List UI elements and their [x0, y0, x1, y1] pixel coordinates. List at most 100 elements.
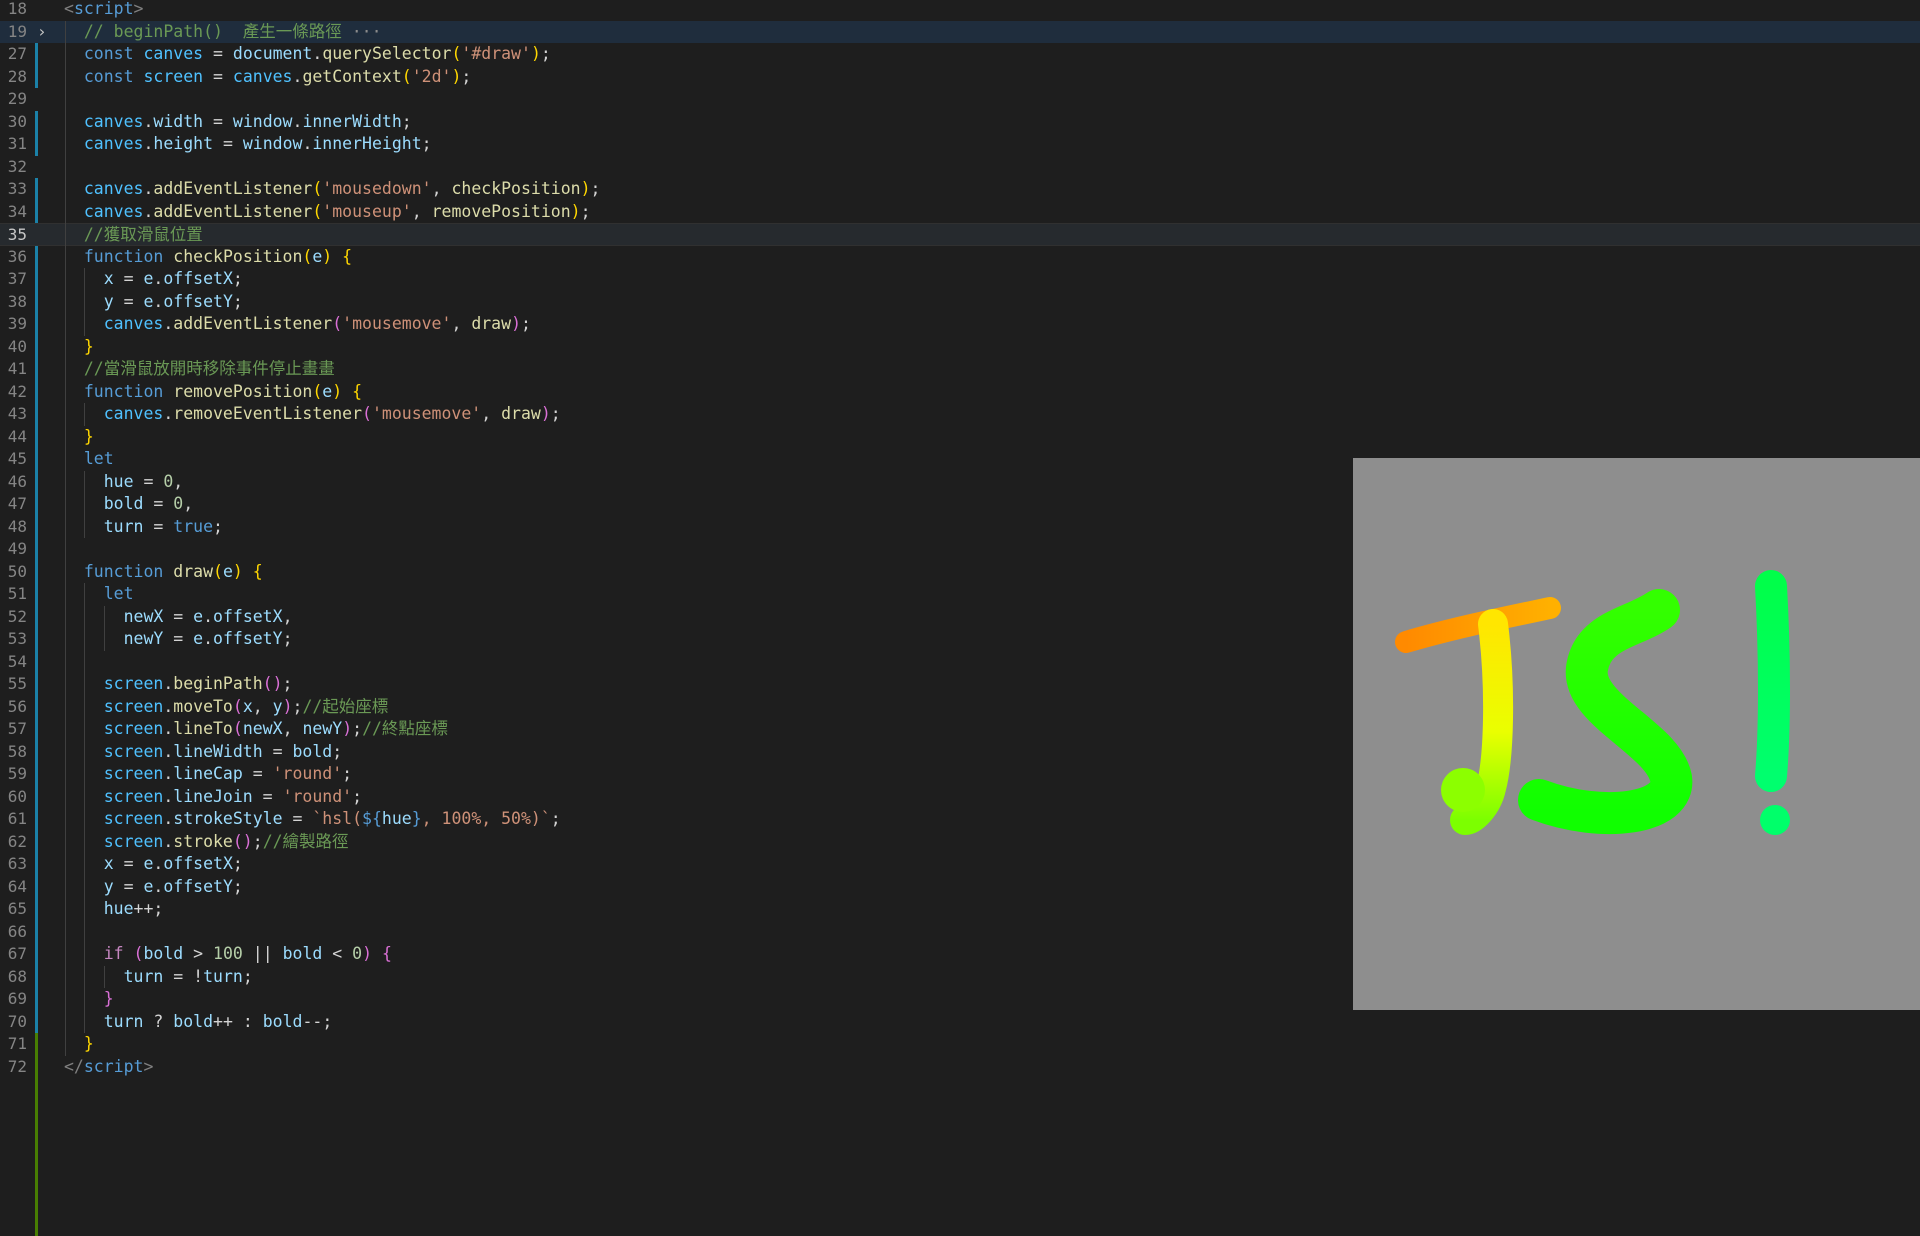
code-token: =	[113, 291, 144, 311]
code-token: {	[381, 944, 392, 963]
code-token: `hsl(	[312, 809, 363, 828]
code-token: draw	[501, 404, 541, 423]
code-token: function	[83, 246, 164, 266]
code-token: .	[163, 404, 174, 423]
code-token: e	[143, 291, 154, 311]
code-line[interactable]: 70 turn ? bold++ : bold--;	[0, 1011, 1920, 1034]
code-line[interactable]: 41 //當滑鼠放開時移除事件停止畫畫	[0, 358, 1920, 381]
code-token: .	[163, 786, 174, 806]
code-token: offsetY	[213, 629, 283, 648]
code-token: offsetY	[163, 876, 233, 896]
code-token: (	[232, 719, 243, 738]
code-token: '2d'	[411, 66, 452, 86]
code-token: bold	[143, 944, 184, 963]
code-line[interactable]: 19 › // beginPath() 產生一條路徑 ···	[0, 20, 1920, 44]
code-text: turn ? bold++ : bold--;	[104, 1011, 333, 1034]
code-line[interactable]: 43 canves.removeEventListener('mousemove'…	[0, 403, 1920, 426]
fold-chevron-icon[interactable]: ›	[37, 21, 47, 44]
indent-guide	[84, 268, 86, 336]
line-number: 41	[7, 359, 27, 378]
line-number: 67	[7, 944, 27, 963]
code-token: )	[342, 719, 353, 738]
code-line[interactable]: 42 function removePosition(e) {	[0, 381, 1920, 404]
code-line[interactable]: 32	[0, 156, 1920, 179]
code-line[interactable]: 27 const canves = document.querySelector(…	[0, 43, 1920, 66]
stroke-j-hook	[1441, 768, 1485, 812]
code-token: </	[64, 1056, 84, 1076]
canvas-preview[interactable]	[1353, 458, 1920, 1010]
code-text: x = e.offsetX;	[104, 853, 243, 876]
code-token: offsetX	[163, 854, 233, 873]
code-token: (	[302, 246, 313, 266]
code-line[interactable]: 36 function checkPosition(e) {	[0, 246, 1920, 269]
code-text: canves.addEventListener('mouseup', remov…	[84, 201, 591, 224]
stroke-exclamation-bar	[1755, 570, 1790, 792]
code-token: removeEventListener	[173, 404, 363, 423]
code-line[interactable]: 18 <script>	[0, 0, 1920, 21]
line-number: 19	[7, 21, 27, 41]
code-token: =	[242, 764, 273, 783]
code-text: bold = 0,	[104, 493, 193, 516]
stroke-s	[1518, 589, 1693, 835]
code-text: canves.addEventListener('mousemove', dra…	[104, 313, 531, 336]
code-token: canves	[83, 111, 144, 131]
code-line[interactable]: 72 </script>	[0, 1056, 1920, 1079]
code-text: }	[84, 426, 94, 449]
line-number: 68	[7, 966, 27, 986]
code-token: hue	[381, 809, 412, 828]
code-token: screen	[103, 764, 164, 783]
code-text: canves.removeEventListener('mousemove', …	[104, 403, 561, 426]
code-line[interactable]: 71}	[0, 1033, 1920, 1056]
drawing-canvas[interactable]	[1353, 458, 1920, 1010]
code-token: .	[163, 741, 174, 761]
code-text: //獲取滑鼠位置	[84, 224, 203, 247]
code-token: .	[302, 134, 313, 153]
code-token: ;	[550, 404, 561, 423]
code-token: ;	[521, 314, 531, 333]
code-line[interactable]: 39 canves.addEventListener('mousemove', d…	[0, 313, 1920, 336]
code-line[interactable]: 40}	[0, 336, 1920, 359]
code-token: //起始座標	[302, 696, 389, 716]
code-token: )	[282, 696, 293, 716]
code-token: getContext	[302, 66, 402, 86]
code-line[interactable]: 30 canves.width = window.innerWidth;	[0, 111, 1920, 134]
code-line[interactable]: 44}	[0, 426, 1920, 449]
code-token: .	[292, 111, 303, 131]
code-line[interactable]: 35 //獲取滑鼠位置	[0, 223, 1920, 246]
code-token: ?	[143, 1011, 174, 1031]
code-token: true	[173, 516, 214, 536]
code-text: turn = !turn;	[124, 966, 253, 989]
code-token: 'round'	[272, 764, 343, 783]
code-line[interactable]: 38 y = e.offsetY;	[0, 291, 1920, 314]
code-token: //繪製路徑	[262, 831, 349, 851]
code-token: <	[322, 944, 353, 963]
code-token: ;	[232, 876, 243, 896]
code-token: =	[113, 854, 144, 873]
code-token: ,	[183, 494, 194, 513]
code-text: // beginPath() 產生一條路徑 ···	[84, 21, 382, 44]
code-line[interactable]: 31 canves.height = window.innerHeight;	[0, 133, 1920, 156]
code-line[interactable]: 29	[0, 88, 1920, 111]
code-token: = !	[163, 966, 204, 986]
code-token: strokeStyle	[173, 809, 283, 828]
code-line[interactable]: 37 x = e.offsetX;	[0, 268, 1920, 291]
code-token: .	[153, 291, 164, 311]
line-number: 46	[7, 471, 27, 491]
line-number: 60	[7, 786, 27, 806]
code-token: newY	[302, 719, 343, 738]
code-token: e	[143, 854, 154, 873]
stroke-exclamation-dot	[1760, 805, 1790, 835]
code-text: //當滑鼠放開時移除事件停止畫畫	[84, 358, 335, 381]
code-line[interactable]: 28 const screen = canves.getContext('2d')…	[0, 66, 1920, 89]
code-token: bold	[173, 1011, 214, 1031]
code-line[interactable]: 34 canves.addEventListener('mouseup', rem…	[0, 201, 1920, 224]
code-token: =	[163, 606, 194, 626]
code-line[interactable]: 33 canves.addEventListener('mousedown', c…	[0, 178, 1920, 201]
code-token: .	[163, 314, 174, 333]
code-token: =	[143, 494, 174, 513]
code-text: screen.lineCap = 'round';	[104, 763, 352, 786]
code-token: (	[312, 179, 323, 198]
